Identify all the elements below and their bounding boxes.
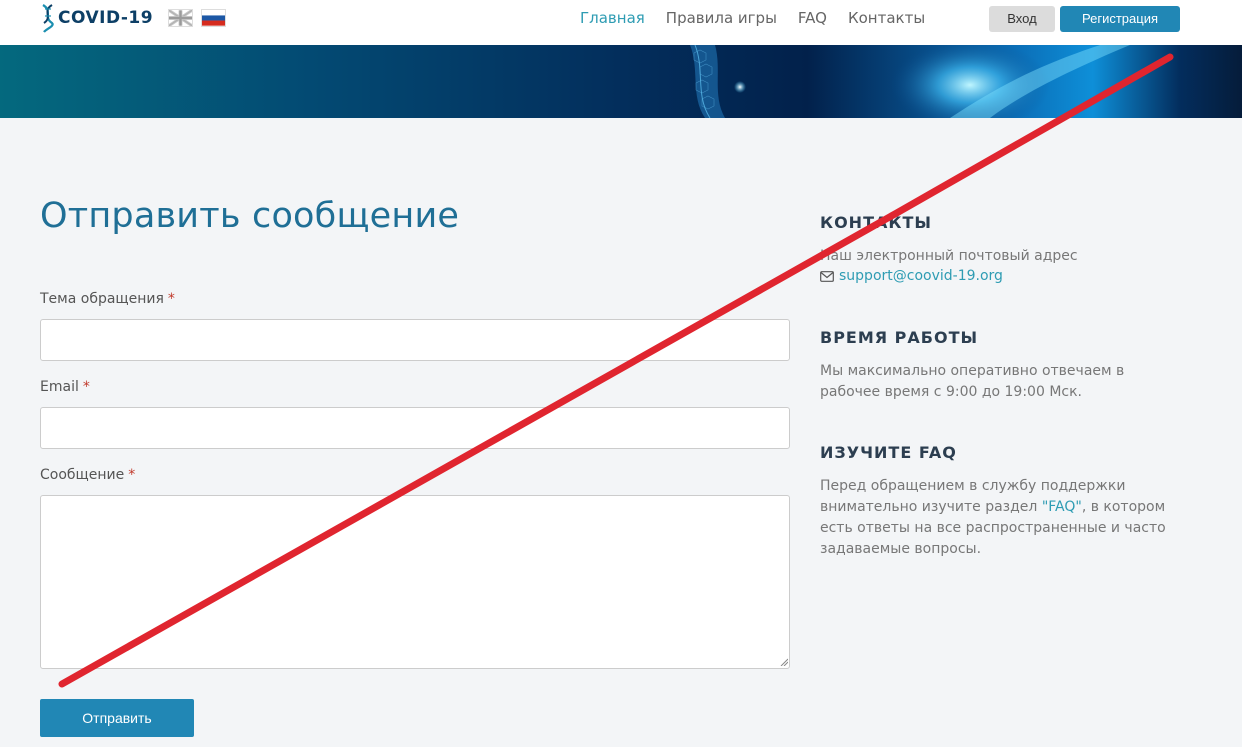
subject-label: Тема обращения *	[40, 291, 175, 307]
message-label-text: Сообщение	[40, 467, 125, 483]
contacts-text: Наш электронный почтовый адрес	[820, 248, 1078, 264]
language-ru[interactable]	[201, 9, 226, 27]
contacts-heading: КОНТАКТЫ	[820, 213, 932, 232]
email-label-text: Email	[40, 379, 79, 395]
hours-text: Мы максимально оперативно отвечаем в раб…	[820, 363, 1125, 400]
dna-icon	[42, 4, 54, 33]
email-link-row: support@coovid-19.org	[820, 268, 1003, 284]
faq-link[interactable]: "FAQ"	[1042, 499, 1082, 515]
message-label: Сообщение *	[40, 467, 135, 483]
submit-button[interactable]: Отправить	[40, 699, 194, 737]
nav-rules[interactable]: Правила игры	[666, 9, 777, 27]
register-button[interactable]: Регистрация	[1060, 6, 1180, 32]
uk-flag-icon	[168, 9, 193, 27]
faq-text: Перед обращением в службу поддержки вним…	[820, 476, 1180, 560]
nav-contacts[interactable]: Контакты	[848, 9, 925, 27]
email-label: Email *	[40, 379, 90, 395]
site-logo[interactable]: COVID-19	[40, 3, 153, 33]
required-mark: *	[82, 379, 90, 395]
faq-heading: ИЗУЧИТЕ FAQ	[820, 443, 957, 462]
nav-faq[interactable]: FAQ	[798, 9, 827, 27]
hero-banner	[0, 45, 1242, 118]
subject-label-text: Тема обращения	[40, 291, 164, 307]
top-navbar: COVID-19 Главная Правила игры FAQ Контак…	[0, 0, 1242, 45]
main-nav: Главная Правила игры FAQ Контакты	[580, 9, 946, 27]
page-title: Отправить сообщение	[40, 196, 460, 236]
email-input[interactable]	[40, 407, 790, 449]
language-en[interactable]	[168, 9, 193, 27]
required-mark: *	[167, 291, 175, 307]
required-mark: *	[128, 467, 136, 483]
envelope-icon	[820, 270, 834, 282]
nav-home[interactable]: Главная	[580, 9, 645, 27]
hours-heading: ВРЕМЯ РАБОТЫ	[820, 328, 979, 347]
ru-flag-icon	[202, 10, 225, 26]
message-textarea[interactable]	[40, 495, 790, 669]
support-email-link[interactable]: support@coovid-19.org	[839, 268, 1003, 284]
banner-graphic	[690, 45, 1130, 118]
resize-grip-icon[interactable]	[780, 658, 788, 666]
subject-input[interactable]	[40, 319, 790, 361]
logo-text: COVID-19	[58, 8, 154, 28]
login-button[interactable]: Вход	[989, 6, 1055, 32]
